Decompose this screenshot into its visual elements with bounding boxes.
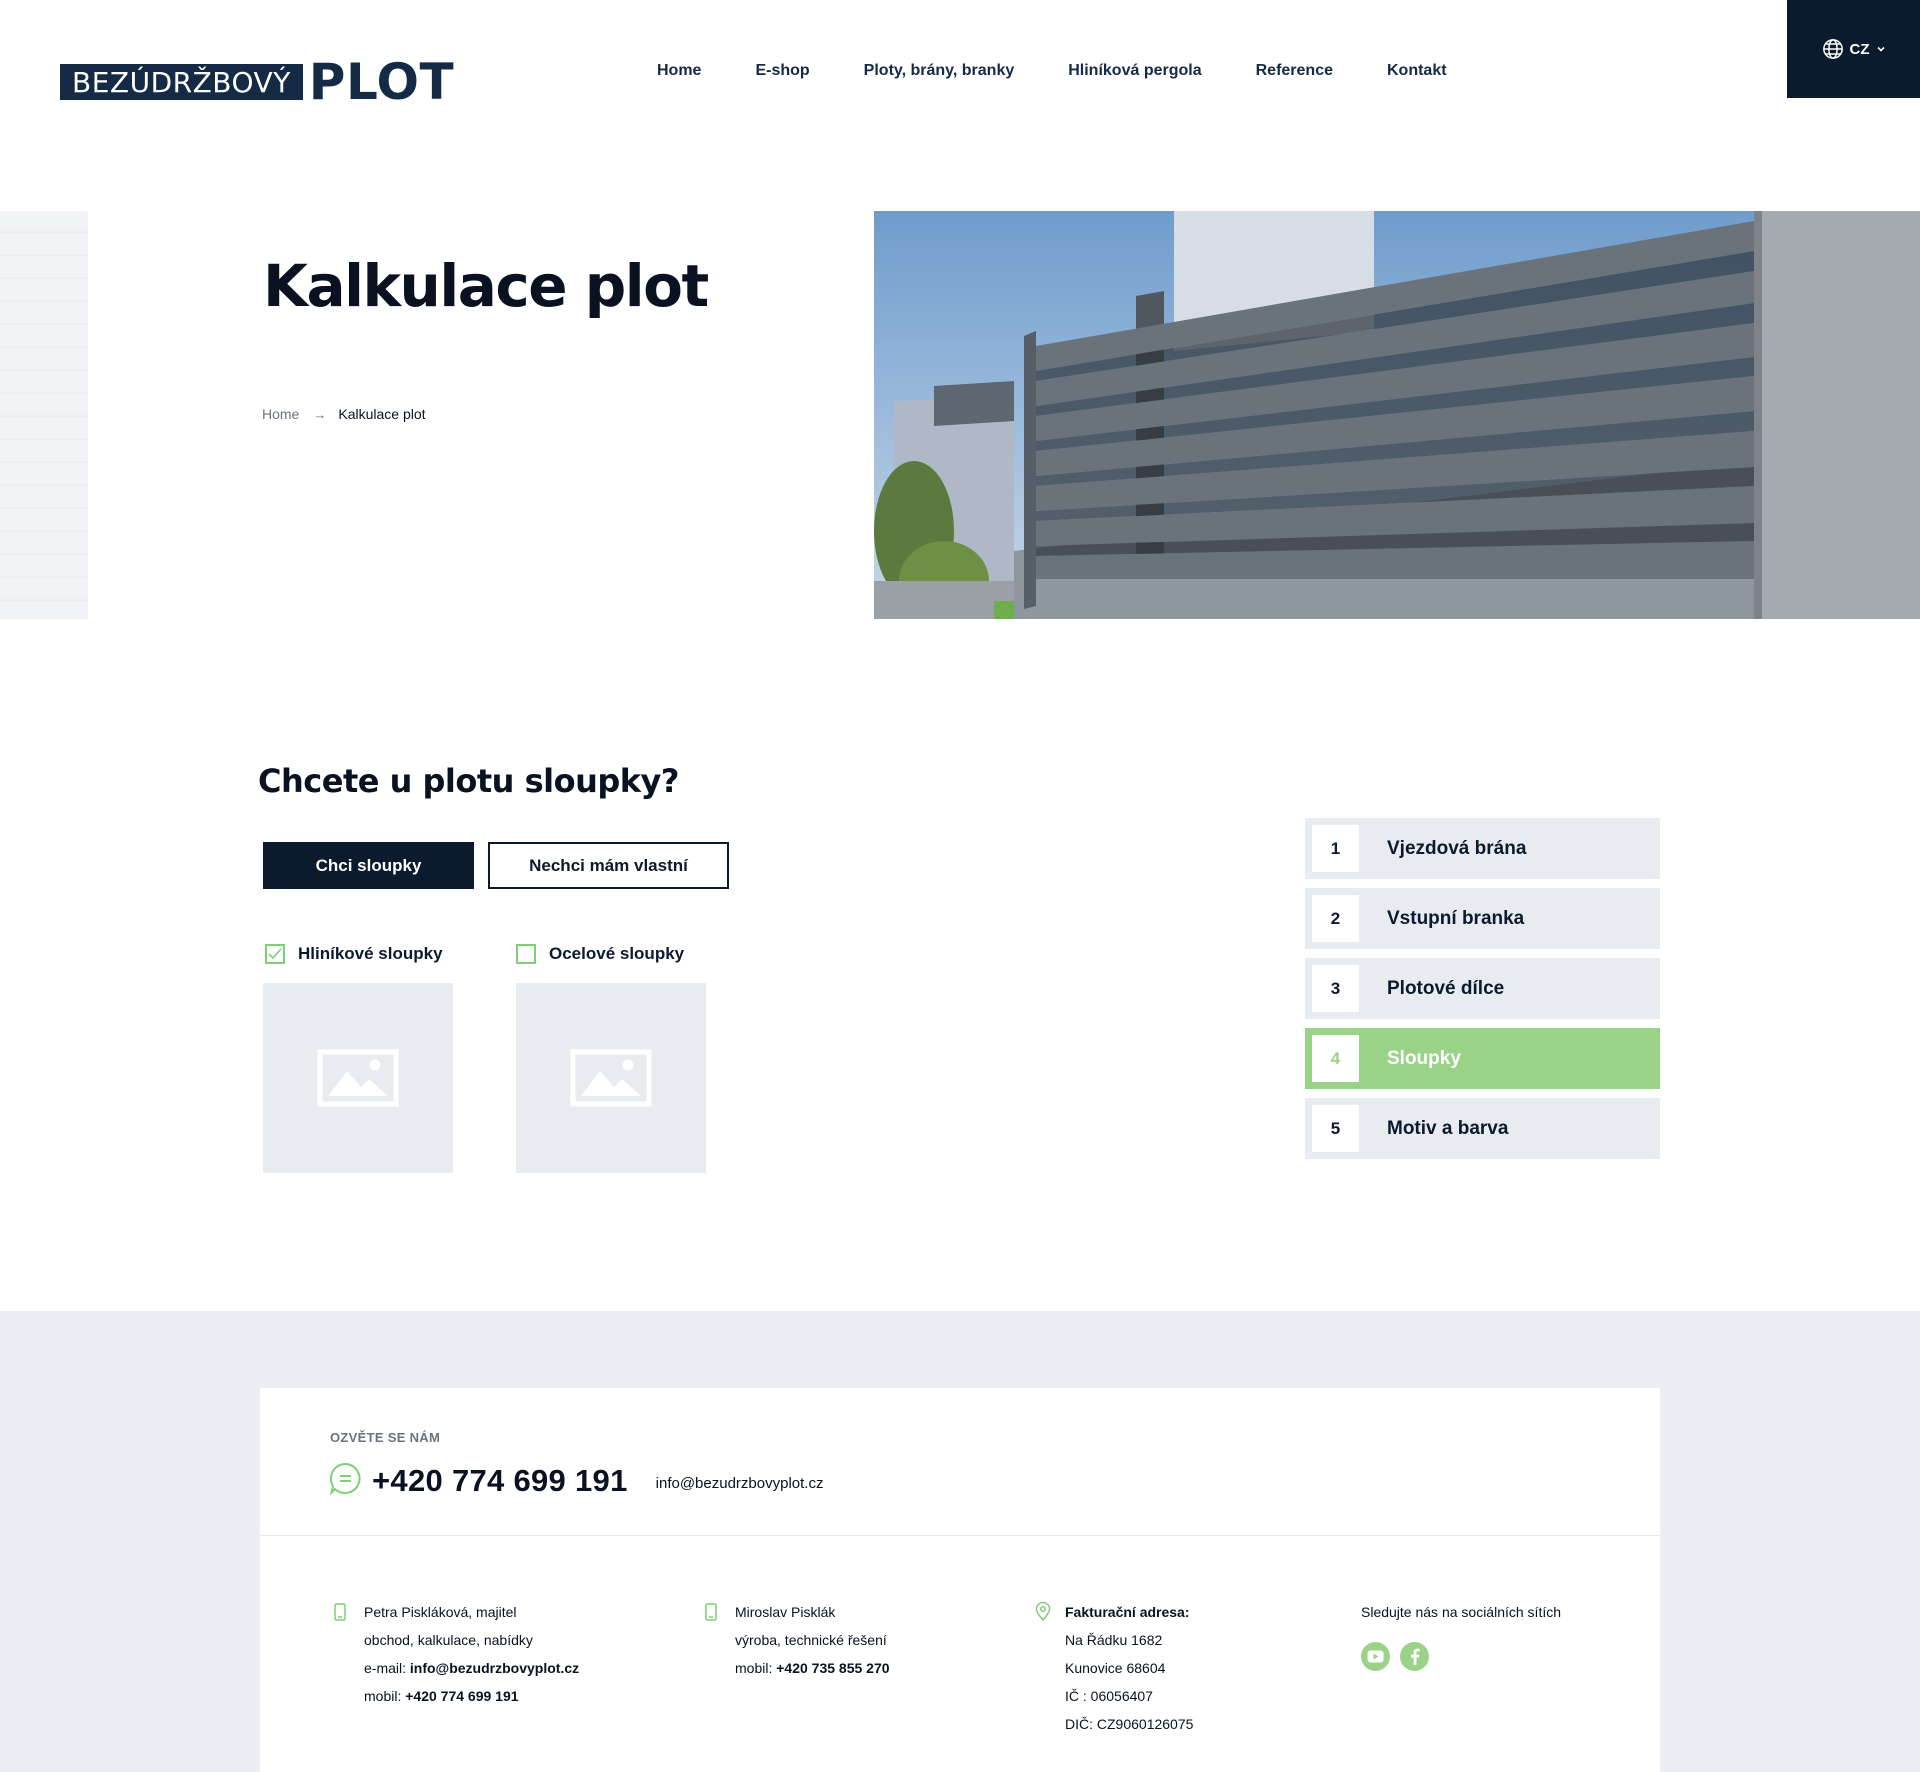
billing-heading: Fakturační adresa: (1065, 1598, 1193, 1626)
footer-col-billing: Fakturační adresa: Na Řádku 1682 Kunovic… (1035, 1598, 1194, 1738)
mobile-label: mobil: (735, 1660, 777, 1676)
billing-street: Na Řádku 1682 (1065, 1632, 1163, 1648)
hero-fence-photo (874, 211, 1920, 619)
owner-mobile-link[interactable]: +420 774 699 191 (405, 1688, 518, 1704)
footer-contact-card: OZVĚTE SE NÁM +420 774 699 191 info@bezu… (260, 1388, 1660, 1772)
hero-decorative-strip (0, 211, 88, 619)
section-question: Chcete u plotu sloupky? (258, 762, 679, 800)
page-title: Kalkulace plot (263, 252, 709, 320)
owner-email-row: e-mail: info@bezudrzbovyplot.cz (364, 1654, 579, 1682)
owner-mobile-row: mobil: +420 774 699 191 (364, 1682, 579, 1710)
step-number: 2 (1312, 895, 1359, 942)
step-label: Sloupky (1387, 1047, 1461, 1069)
logo-box-text: BEZÚDRŽBOVÝ (60, 64, 303, 100)
breadcrumb-home[interactable]: Home (262, 406, 299, 422)
footer-col-production: Miroslav Pisklák výroba, technické řešen… (705, 1598, 890, 1682)
billing-heading-text: Fakturační adresa: (1065, 1604, 1190, 1620)
owner-email-link[interactable]: info@bezudrzbovyplot.cz (410, 1660, 579, 1676)
main-nav: Home E-shop Ploty, brány, branky Hliníko… (657, 62, 1501, 80)
chat-icon (329, 1462, 362, 1500)
chevron-down-icon (1876, 44, 1886, 54)
mobile-label: mobil: (364, 1688, 406, 1704)
step-entry-gate[interactable]: 1 Vjezdová brána (1305, 818, 1660, 879)
globe-icon (1822, 38, 1844, 60)
footer-col-owner: Petra Piskláková, majitel obchod, kalkul… (334, 1598, 579, 1710)
logo-word: PLOT (308, 53, 455, 111)
footer-divider (260, 1535, 1660, 1536)
nav-item-eshop[interactable]: E-shop (755, 62, 809, 80)
arrow-right-icon: → (313, 406, 327, 422)
option-aluminium-posts[interactable]: Hliníkové sloupky (265, 944, 443, 964)
nav-item-pergola[interactable]: Hliníková pergola (1068, 62, 1201, 80)
own-posts-button[interactable]: Nechci mám vlastní (488, 842, 729, 889)
contact-kicker: OZVĚTE SE NÁM (330, 1430, 441, 1445)
step-motif-color[interactable]: 5 Motiv a barva (1305, 1098, 1660, 1159)
step-number: 4 (1312, 1035, 1359, 1082)
production-mobile-row: mobil: +420 735 855 270 (735, 1654, 890, 1682)
want-posts-button[interactable]: Chci sloupky (263, 842, 474, 889)
language-code: CZ (1849, 40, 1870, 58)
configurator-steps: 1 Vjezdová brána 2 Vstupní branka 3 Plot… (1305, 818, 1660, 1168)
location-pin-icon (1035, 1601, 1051, 1630)
production-role: výroba, technické řešení (735, 1632, 887, 1648)
owner-role: obchod, kalkulace, nabídky (364, 1632, 533, 1648)
checkbox-checked[interactable] (265, 944, 285, 964)
checkbox-unchecked[interactable] (516, 944, 536, 964)
phone-icon (334, 1602, 346, 1630)
billing-city: Kunovice 68604 (1065, 1660, 1166, 1676)
step-label: Vstupní branka (1387, 907, 1525, 929)
step-label: Vjezdová brána (1387, 837, 1527, 859)
image-placeholder-icon[interactable] (516, 983, 706, 1173)
billing-ic: IČ : 06056407 (1065, 1688, 1153, 1704)
site-logo[interactable]: BEZÚDRŽBOVÝ PLOT (60, 53, 455, 111)
step-posts-active[interactable]: 4 Sloupky (1305, 1028, 1660, 1089)
breadcrumb-current: Kalkulace plot (338, 406, 426, 422)
contact-email-link[interactable]: info@bezudrzbovyplot.cz (656, 1475, 824, 1492)
nav-item-contact[interactable]: Kontakt (1387, 62, 1447, 80)
language-switcher[interactable]: CZ (1787, 0, 1920, 98)
step-number: 1 (1312, 825, 1359, 872)
image-placeholder-icon[interactable] (263, 983, 453, 1173)
youtube-icon[interactable] (1361, 1642, 1390, 1671)
option-label: Hliníkové sloupky (298, 944, 443, 963)
step-number: 5 (1312, 1105, 1359, 1152)
production-mobile-link[interactable]: +420 735 855 270 (776, 1660, 889, 1676)
nav-item-home[interactable]: Home (657, 62, 701, 80)
contact-phone-link[interactable]: +420 774 699 191 (372, 1463, 628, 1499)
social-heading: Sledujte nás na sociálních sítích (1361, 1604, 1562, 1620)
step-label: Motiv a barva (1387, 1117, 1509, 1139)
production-name: Miroslav Pisklák (735, 1604, 836, 1620)
site-header: BEZÚDRŽBOVÝ PLOT Home E-shop Ploty, brán… (0, 0, 1920, 150)
breadcrumb: Home → Kalkulace plot (262, 406, 426, 422)
step-entrance-wicket[interactable]: 2 Vstupní branka (1305, 888, 1660, 949)
social-links (1361, 1642, 1561, 1671)
nav-item-reference[interactable]: Reference (1256, 62, 1333, 80)
footer-col-social: Sledujte nás na sociálních sítích (1361, 1598, 1561, 1671)
contact-row: +420 774 699 191 info@bezudrzbovyplot.cz (329, 1462, 823, 1500)
step-label: Plotové dílce (1387, 977, 1505, 999)
nav-item-fences[interactable]: Ploty, brány, branky (864, 62, 1015, 80)
option-steel-posts[interactable]: Ocelové sloupky (516, 944, 684, 964)
option-label: Ocelové sloupky (549, 944, 685, 963)
step-fence-panels[interactable]: 3 Plotové dílce (1305, 958, 1660, 1019)
billing-dic: DIČ: CZ9060126075 (1065, 1716, 1194, 1732)
phone-icon (705, 1602, 717, 1630)
owner-name: Petra Piskláková, majitel (364, 1604, 517, 1620)
facebook-icon[interactable] (1400, 1642, 1429, 1671)
email-label: e-mail: (364, 1660, 410, 1676)
step-number: 3 (1312, 965, 1359, 1012)
